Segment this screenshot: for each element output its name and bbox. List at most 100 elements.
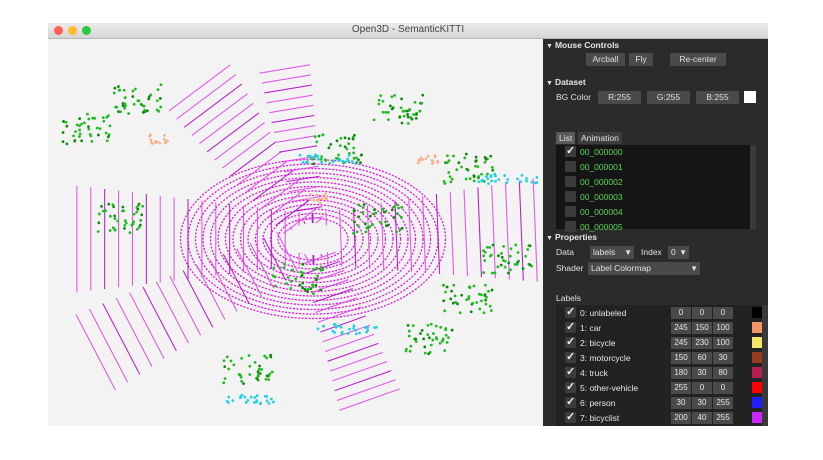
sidewalk-point <box>316 327 320 331</box>
label-color-r-field[interactable]: 0 <box>671 307 691 319</box>
properties-header[interactable]: ▼ Properties <box>546 232 597 242</box>
label-color-r-field[interactable]: 200 <box>671 412 691 424</box>
vegetation-point <box>258 364 262 368</box>
bg-red-field[interactable]: R:255 <box>598 91 641 104</box>
label-visible-checkbox[interactable] <box>565 335 576 348</box>
vegetation-point <box>223 365 227 368</box>
label-color-r-field[interactable]: 245 <box>671 337 691 349</box>
vegetation-point <box>135 227 139 231</box>
vegetation-point <box>474 164 477 168</box>
vegetation-point <box>442 179 446 183</box>
vegetation-point <box>435 337 439 341</box>
frame-checkbox[interactable] <box>565 191 576 202</box>
label-color-g-field[interactable]: 60 <box>692 352 712 364</box>
arcball-button[interactable]: Arcball <box>586 53 625 66</box>
label-color-r-field[interactable]: 150 <box>671 352 691 364</box>
fly-button[interactable]: Fly <box>629 53 653 66</box>
shader-select[interactable]: Label Colormap ▼ <box>588 262 700 275</box>
label-color-g-field[interactable]: 30 <box>692 367 712 379</box>
frame-list-item[interactable]: 00_000002 <box>556 175 750 190</box>
vegetation-point <box>324 159 328 162</box>
bg-green-field[interactable]: G:255 <box>647 91 690 104</box>
vegetation-point <box>285 282 288 285</box>
sidewalk-point <box>253 396 257 399</box>
point-cloud-viewport[interactable] <box>48 39 543 426</box>
label-color-b-field[interactable]: 0 <box>713 307 733 319</box>
frame-list-scrollbar[interactable] <box>750 145 756 229</box>
label-color-b-field[interactable]: 255 <box>713 397 733 409</box>
label-visible-checkbox[interactable] <box>565 305 576 318</box>
frame-checkbox[interactable] <box>565 221 576 232</box>
vegetation-point <box>404 347 408 351</box>
frame-list-item[interactable]: 00_000004 <box>556 205 750 220</box>
dataset-header[interactable]: ▼ Dataset <box>546 77 586 87</box>
bg-blue-field[interactable]: B:255 <box>696 91 739 104</box>
label-color-b-field[interactable]: 255 <box>713 412 733 424</box>
tab-list[interactable]: List <box>556 132 576 144</box>
frame-checkbox[interactable] <box>565 206 576 217</box>
frame-list-item[interactable]: 00_000000 <box>556 144 750 160</box>
labels-scrollbar[interactable] <box>762 305 768 426</box>
label-color-g-field[interactable]: 30 <box>692 397 712 409</box>
vegetation-point <box>384 111 388 114</box>
vegetation-point <box>317 134 321 138</box>
vegetation-point <box>452 283 456 287</box>
sidewalk-point <box>373 326 376 330</box>
vegetation-point <box>248 373 252 376</box>
mouse-controls-header[interactable]: ▼ Mouse Controls <box>546 40 619 50</box>
vegetation-point <box>113 214 117 218</box>
sidewalk-point <box>265 399 269 403</box>
road-scan-line <box>286 175 320 183</box>
label-visible-checkbox[interactable] <box>565 320 576 333</box>
bg-color-swatch[interactable] <box>744 91 756 103</box>
vegetation-point <box>108 124 112 128</box>
label-color-b-field[interactable]: 0 <box>713 382 733 394</box>
vegetation-point <box>253 361 257 364</box>
frame-checkbox[interactable] <box>565 161 576 172</box>
vegetation-point <box>482 271 485 274</box>
label-color-b-field[interactable]: 80 <box>713 367 733 379</box>
sidewalk-point <box>341 159 345 163</box>
label-color-r-field[interactable]: 245 <box>671 322 691 334</box>
data-select[interactable]: labels ▼ <box>590 246 634 259</box>
vegetation-point <box>248 364 252 368</box>
label-color-g-field[interactable]: 40 <box>692 412 712 424</box>
labels-list[interactable]: 0: unlabeled0001: car2451501002: bicycle… <box>556 305 768 426</box>
vegetation-point <box>407 329 411 333</box>
vegetation-point <box>356 224 360 228</box>
index-select[interactable]: 0 ▼ <box>668 246 689 259</box>
vegetation-point <box>267 378 271 382</box>
frame-list-item[interactable]: 00_000001 <box>556 160 750 175</box>
label-color-g-field[interactable]: 0 <box>692 307 712 319</box>
label-color-b-field[interactable]: 30 <box>713 352 733 364</box>
label-visible-checkbox[interactable] <box>565 410 576 423</box>
car-point <box>318 201 322 205</box>
vegetation-point <box>240 356 244 360</box>
label-visible-checkbox[interactable] <box>565 350 576 363</box>
label-color-g-field[interactable]: 230 <box>692 337 712 349</box>
label-color-r-field[interactable]: 180 <box>671 367 691 379</box>
recenter-button[interactable]: Re-center <box>670 53 726 66</box>
label-visible-checkbox[interactable] <box>565 380 576 393</box>
vegetation-point <box>315 266 319 270</box>
label-visible-checkbox[interactable] <box>565 395 576 408</box>
label-color-r-field[interactable]: 30 <box>671 397 691 409</box>
frame-checkbox[interactable] <box>565 176 576 187</box>
frame-checkbox[interactable] <box>565 144 576 157</box>
vegetation-point <box>400 97 403 101</box>
tab-animation[interactable]: Animation <box>578 132 622 144</box>
label-color-g-field[interactable]: 0 <box>692 382 712 394</box>
label-color-b-field[interactable]: 100 <box>713 337 733 349</box>
label-color-b-field[interactable]: 100 <box>713 322 733 334</box>
sidewalk-point <box>480 179 484 183</box>
car-point <box>151 142 154 145</box>
vegetation-point <box>123 96 127 100</box>
frame-list[interactable]: 00_000000 00_000001 00_000002 00_000003 00_0… <box>556 144 756 232</box>
label-color-r-field[interactable]: 255 <box>671 382 691 394</box>
road-scan-line <box>169 275 202 336</box>
sidewalk-point <box>238 396 242 400</box>
vegetation-point <box>271 274 275 278</box>
label-color-g-field[interactable]: 150 <box>692 322 712 334</box>
frame-list-item[interactable]: 00_000003 <box>556 190 750 205</box>
label-visible-checkbox[interactable] <box>565 365 576 378</box>
